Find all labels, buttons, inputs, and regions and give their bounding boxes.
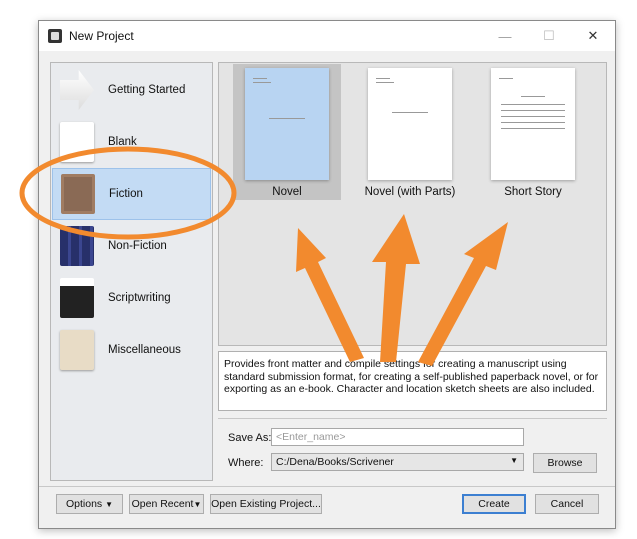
- where-select[interactable]: C:/Dena/Books/Scrivener ▼: [271, 453, 524, 471]
- category-scriptwriting[interactable]: Scriptwriting: [52, 272, 211, 324]
- minimize-button[interactable]: —: [483, 21, 527, 51]
- category-label: Blank: [108, 136, 137, 148]
- template-label: Novel (with Parts): [364, 186, 456, 198]
- chevron-down-icon: ▼: [510, 456, 518, 465]
- arrow-icon: [60, 70, 94, 110]
- divider: [39, 486, 615, 487]
- books-icon: [60, 226, 94, 266]
- chevron-down-icon: ▼: [193, 499, 202, 509]
- cancel-button[interactable]: Cancel: [535, 494, 599, 514]
- template-label: Novel: [272, 186, 302, 198]
- category-label: Non-Fiction: [108, 240, 167, 252]
- open-existing-project-button[interactable]: Open Existing Project...: [210, 494, 322, 514]
- template-novel-with-parts[interactable]: Novel (with Parts): [356, 64, 464, 200]
- template-label: Short Story: [504, 186, 562, 198]
- save-as-input[interactable]: <Enter_name>: [271, 428, 524, 446]
- clapperboard-icon: [60, 278, 94, 318]
- where-value: C:/Dena/Books/Scrivener: [276, 456, 394, 468]
- category-label: Fiction: [109, 188, 143, 200]
- template-novel[interactable]: Novel: [233, 64, 341, 200]
- template-thumbnail: [245, 68, 329, 180]
- title-bar: New Project — ☐ ✕: [39, 21, 615, 51]
- create-button[interactable]: Create: [462, 494, 526, 514]
- category-non-fiction[interactable]: Non-Fiction: [52, 220, 211, 272]
- divider: [218, 418, 607, 419]
- where-label: Where:: [228, 457, 264, 469]
- category-label: Scriptwriting: [108, 292, 171, 304]
- category-label: Getting Started: [108, 84, 186, 96]
- browse-button[interactable]: Browse: [533, 453, 597, 473]
- open-recent-label: Open Recent: [131, 498, 194, 510]
- template-thumbnail: [491, 68, 575, 180]
- category-blank[interactable]: Blank: [52, 116, 211, 168]
- misc-card-icon: [60, 330, 94, 370]
- close-button[interactable]: ✕: [571, 21, 615, 51]
- category-fiction[interactable]: Fiction: [52, 168, 211, 220]
- chevron-down-icon: ▼: [105, 499, 114, 509]
- open-recent-button[interactable]: Open Recent ▼: [129, 494, 204, 514]
- options-button[interactable]: Options ▼: [56, 494, 123, 514]
- save-as-label: Save As:: [228, 432, 272, 444]
- book-cover-icon: [61, 174, 95, 214]
- template-description: Provides front matter and compile settin…: [218, 351, 607, 411]
- category-miscellaneous[interactable]: Miscellaneous: [52, 324, 211, 376]
- template-thumbnail: [368, 68, 452, 180]
- category-label: Miscellaneous: [108, 344, 181, 356]
- template-short-story[interactable]: Short Story: [479, 64, 587, 200]
- maximize-button[interactable]: ☐: [527, 21, 571, 51]
- blank-page-icon: [60, 122, 94, 162]
- category-getting-started[interactable]: Getting Started: [52, 64, 211, 116]
- window-title: New Project: [69, 29, 134, 43]
- category-list: Getting Started Blank Fiction Non-Fictio…: [50, 62, 213, 481]
- template-grid: Novel Novel (with Parts) Short Story: [218, 62, 607, 346]
- scrivener-app-icon: [48, 29, 62, 43]
- new-project-dialog: New Project — ☐ ✕ Getting Started Blank …: [38, 20, 616, 529]
- options-label: Options: [65, 498, 103, 510]
